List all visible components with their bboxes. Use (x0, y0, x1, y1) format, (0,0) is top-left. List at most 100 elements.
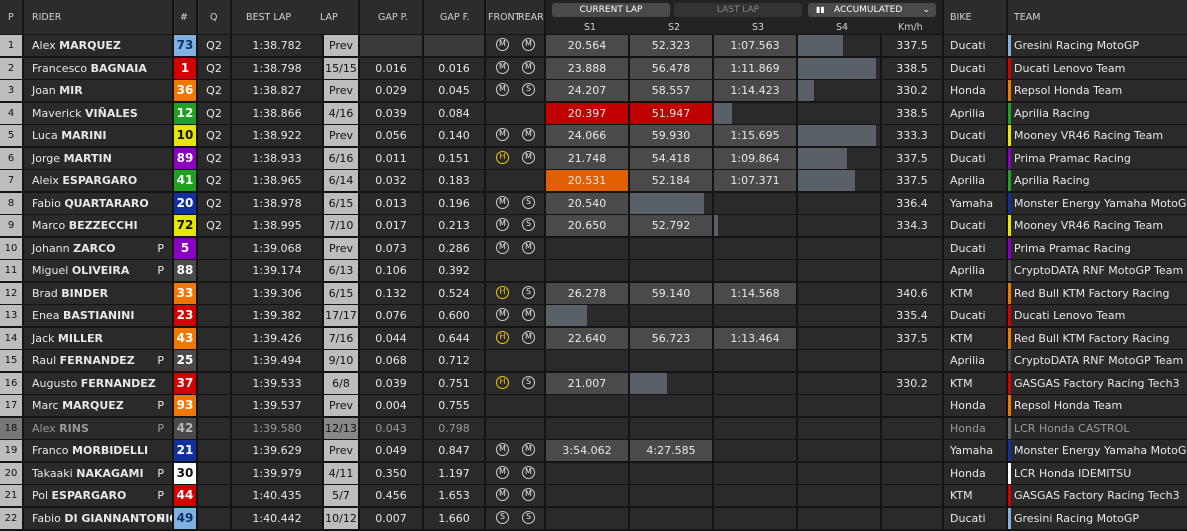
rider-cell[interactable]: Jorge MARTIN (24, 147, 172, 169)
table-row[interactable]: 14 Jack MILLER 43 1:39.426 7/16 0.044 0.644 H M 2… (0, 327, 1187, 350)
table-row[interactable]: 10 Johann ZARCO P 5 1:39.068 Prev 0.073 0.286 M M… (0, 237, 1187, 260)
table-row[interactable]: 22 Fabio DI GIANNANTONIO P 49 1:40.442 10/12 0… (0, 507, 1187, 530)
pit-indicator: P (157, 241, 164, 255)
sector-time: 23.888 (567, 61, 607, 75)
rider-cell[interactable]: Miguel OLIVEIRA P (24, 260, 172, 281)
team-cell: Ducati Lenovo Team (1008, 305, 1187, 326)
rider-last-name: RINS (59, 421, 89, 435)
rider-cell[interactable]: Franco MORBIDELLI (24, 440, 172, 461)
header-gap-f: GAP F. (424, 0, 484, 34)
front-tyre-icon: M (496, 83, 509, 96)
best-lap-cell: 1:39.537 (232, 395, 322, 416)
table-row[interactable]: 19 Franco MORBIDELLI 21 1:39.629 Prev 0.049 0.… (0, 440, 1187, 462)
rider-cell[interactable]: Augusto FERNANDEZ (24, 372, 172, 394)
rider-cell[interactable]: Fabio DI GIANNANTONIO P (24, 507, 172, 529)
table-row[interactable]: 3 Joan MIR 36 Q2 1:38.827 Prev 0.029 0.045 M S 24.… (0, 80, 1187, 102)
table-row[interactable]: 21 Pol ESPARGARO P 44 1:40.435 5/7 0.456 1.653 M… (0, 485, 1187, 507)
gap-f-cell: 0.084 (424, 102, 484, 124)
rider-cell[interactable]: Maverick VIÑALES (24, 102, 172, 124)
table-row[interactable]: 17 Marc MARQUEZ P 93 1:39.537 Prev 0.004 0.755 H… (0, 395, 1187, 417)
sector-time: 22.640 (567, 331, 607, 345)
rider-cell[interactable]: Enea BASTIANINI (24, 305, 172, 326)
rider-cell[interactable]: Francesco BAGNAIA (24, 57, 172, 79)
team-name: Monster Energy Yamaha MotoGP (1014, 196, 1187, 210)
front-tyre-icon: H (496, 375, 509, 389)
qualifying-cell (198, 462, 230, 484)
table-row[interactable]: 7 Aleix ESPARGARO 41 Q2 1:38.965 6/14 0.032 0.1… (0, 170, 1187, 192)
qualifying-cell: Q2 (198, 170, 230, 191)
table-row[interactable]: 16 Augusto FERNANDEZ 37 1:39.533 6/8 0.039 0.7… (0, 372, 1187, 395)
best-lap-cell: 1:39.174 (232, 260, 322, 281)
sector-1-cell: 20.650 (546, 215, 628, 236)
qualifying-cell (198, 237, 230, 259)
table-row[interactable]: 5 Luca MARINI 10 Q2 1:38.922 Prev 0.056 0.140 M M… (0, 125, 1187, 147)
sector-4-bar (798, 147, 847, 169)
table-row[interactable]: 18 Alex RINS P 42 1:39.580 12/13 0.043 0.798 Hon… (0, 417, 1187, 440)
tab-last-lap[interactable]: LAST LAP (674, 3, 802, 17)
header-sectors: CURRENT LAP LAST LAP ▮▮ ACCUMULATED ⌄ S1… (546, 0, 942, 34)
table-row[interactable]: 4 Maverick VIÑALES 12 Q2 1:38.866 4/16 0.039 0.… (0, 102, 1187, 125)
accumulated-dropdown[interactable]: ▮▮ ACCUMULATED ⌄ (808, 3, 936, 17)
team-cell: Aprilia Racing (1008, 170, 1187, 191)
rider-cell[interactable]: Luca MARINI (24, 125, 172, 146)
header-s4: S4 (836, 22, 849, 33)
best-lap-cell: 1:39.533 (232, 372, 322, 394)
rider-cell[interactable]: Marco BEZZECCHI (24, 215, 172, 236)
sector-1-cell (546, 462, 628, 484)
bike-cell: Aprilia (944, 260, 1006, 281)
table-row[interactable]: 2 Francesco BAGNAIA 1 Q2 1:38.798 15/15 0.016 0… (0, 57, 1187, 80)
table-row[interactable]: 1 Alex MARQUEZ 73 Q2 1:38.782 Prev M M 20.564 52.… (0, 35, 1187, 57)
rider-number-badge: 42 (174, 417, 196, 439)
rider-cell[interactable]: Pol ESPARGARO P (24, 485, 172, 506)
tab-current-lap[interactable]: CURRENT LAP (552, 3, 670, 17)
rider-cell[interactable]: Takaaki NAKAGAMI P (24, 462, 172, 484)
table-row[interactable]: 12 Brad BINDER 33 1:39.306 6/15 0.132 0.524 H S 2… (0, 282, 1187, 305)
rider-cell[interactable]: Fabio QUARTARARO (24, 192, 172, 214)
sector-3-cell (714, 102, 796, 124)
front-tyre-icon: M (496, 60, 509, 74)
rear-tyre-icon: S (522, 83, 535, 96)
table-row[interactable]: 9 Marco BEZZECCHI 72 Q2 1:38.995 7/10 0.017 0.2… (0, 215, 1187, 237)
table-row[interactable]: 8 Fabio QUARTARARO 20 Q2 1:38.978 6/15 0.013 0.… (0, 192, 1187, 215)
lap-cell: 12/13 (324, 417, 358, 439)
tyres-cell: MM (486, 35, 544, 56)
best-lap-cell: 1:40.435 (232, 485, 322, 506)
sector-3-cell: 1:11.869 (714, 57, 796, 79)
rider-cell[interactable]: Aleix ESPARGARO (24, 170, 172, 191)
rider-cell[interactable]: Alex RINS P (24, 417, 172, 439)
rider-cell[interactable]: Johann ZARCO P (24, 237, 172, 259)
rider-cell[interactable]: Jack MILLER (24, 327, 172, 349)
sector-2-cell: 52.184 (630, 170, 712, 191)
sector-2-cell: 58.557 (630, 80, 712, 101)
team-color-bar (1008, 170, 1011, 191)
position-cell: 9 (0, 215, 22, 236)
rear-tyre-icon: S (522, 510, 535, 524)
table-row[interactable]: 20 Takaaki NAKAGAMI P 30 1:39.979 4/11 0.350 1.… (0, 462, 1187, 485)
lap-cell: 4/11 (324, 462, 358, 484)
position-cell: 17 (0, 395, 22, 416)
sector-progress-bar (714, 102, 732, 124)
sector-1-cell: 20.531 (546, 170, 628, 191)
team-name: Aprilia Racing (1014, 106, 1090, 120)
bike-cell: Honda (944, 395, 1006, 416)
team-name: LCR Honda IDEMITSU (1014, 466, 1132, 480)
rider-cell[interactable]: Alex MARQUEZ (24, 35, 172, 56)
table-row[interactable]: 13 Enea BASTIANINI 23 1:39.382 17/17 0.076 0.6… (0, 305, 1187, 327)
team-name: Prima Pramac Racing (1014, 241, 1131, 255)
bike-cell: Honda (944, 462, 1006, 484)
table-row[interactable]: 15 Raul FERNANDEZ P 25 1:39.494 9/10 0.068 0.71… (0, 350, 1187, 372)
sector-1-cell: 22.640 (546, 327, 628, 349)
sector-4-cell (798, 417, 880, 439)
sector-time: 1:14.568 (730, 286, 780, 300)
table-row[interactable]: 11 Miguel OLIVEIRA P 88 1:39.174 6/13 0.106 0.3… (0, 260, 1187, 282)
rider-number-badge: 30 (174, 462, 196, 484)
rider-cell[interactable]: Marc MARQUEZ P (24, 395, 172, 416)
table-row[interactable]: 6 Jorge MARTIN 89 Q2 1:38.933 6/16 0.011 0.151 H… (0, 147, 1187, 170)
sector-1-cell: 3:54.062 (546, 440, 628, 461)
rider-cell[interactable]: Joan MIR (24, 80, 172, 101)
rear-tyre-icon: M (522, 330, 535, 344)
best-lap-cell: 1:39.306 (232, 282, 322, 304)
rider-cell[interactable]: Brad BINDER (24, 282, 172, 304)
rider-cell[interactable]: Raul FERNANDEZ P (24, 350, 172, 371)
sector-3-cell: 1:14.423 (714, 80, 796, 101)
